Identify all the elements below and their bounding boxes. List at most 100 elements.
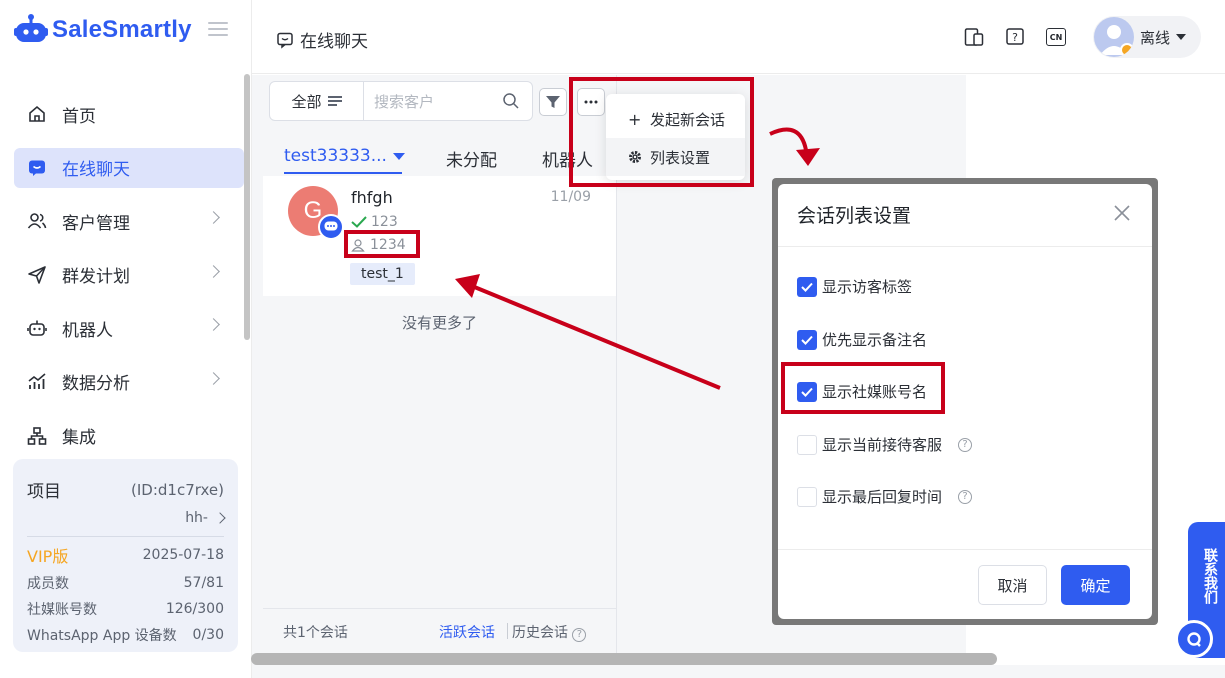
sidebar-item-users[interactable]: 客户管理 bbox=[14, 201, 244, 241]
sidebar-item-analytics[interactable]: 数据分析 bbox=[14, 362, 244, 402]
robot-logo-icon bbox=[14, 14, 48, 42]
chat-widget-button[interactable] bbox=[1175, 620, 1213, 658]
sidebar-item-robot[interactable]: 机器人 bbox=[14, 308, 244, 348]
conversation-count: 共1个会话 bbox=[283, 625, 348, 641]
tab-agent-label: test33333... bbox=[284, 146, 387, 166]
confirm-button[interactable]: 确定 bbox=[1061, 565, 1130, 605]
option-label: 显示当前接待客服 bbox=[822, 436, 943, 454]
conversation-item[interactable]: G fhfgh 11/09 123 1234 test_1 bbox=[263, 176, 616, 296]
chat-icon bbox=[277, 32, 293, 49]
top-header: 在线聊天 ? CN 离线 bbox=[252, 0, 1225, 74]
plan-expiry: 2025-07-18 bbox=[142, 547, 224, 563]
option-label: 显示最后回复时间 bbox=[822, 488, 943, 506]
tab-unassigned[interactable]: 未分配 bbox=[446, 146, 497, 171]
home-icon bbox=[26, 103, 48, 125]
sidebar-item-label: 集成 bbox=[62, 428, 96, 449]
active-conversations-link[interactable]: 活跃会话 bbox=[439, 622, 495, 642]
help-icon[interactable]: ? bbox=[958, 489, 973, 504]
setting-option[interactable]: 显示最后回复时间? bbox=[797, 486, 973, 507]
filter-label: 全部 bbox=[291, 92, 322, 111]
check-icon bbox=[801, 282, 813, 292]
chevron-right-icon bbox=[207, 264, 220, 278]
cancel-button[interactable]: 取消 bbox=[978, 565, 1047, 605]
list-icon bbox=[327, 94, 342, 109]
chat-icon bbox=[26, 157, 48, 179]
language-icon[interactable]: CN bbox=[1046, 28, 1066, 46]
visitor-tag: test_1 bbox=[350, 263, 415, 285]
project-label: 项目 bbox=[27, 482, 61, 502]
stat-value: 57/81 bbox=[183, 575, 224, 591]
devices-icon[interactable] bbox=[964, 27, 984, 47]
filter-button[interactable] bbox=[539, 88, 567, 116]
checkbox-unchecked[interactable] bbox=[797, 486, 817, 507]
stat-value: 126/300 bbox=[165, 601, 224, 617]
close-icon[interactable] bbox=[1114, 205, 1130, 221]
svg-text:?: ? bbox=[1012, 31, 1018, 44]
filter-dropdown[interactable]: 全部 bbox=[270, 82, 364, 120]
stat-label: WhatsApp App 设备数 bbox=[27, 628, 177, 644]
checkbox-checked[interactable] bbox=[797, 276, 817, 297]
user-menu[interactable]: 离线 bbox=[1093, 16, 1201, 58]
setting-option[interactable]: 显示当前接待客服? bbox=[797, 434, 973, 455]
help-icon[interactable]: ? bbox=[1005, 27, 1025, 47]
sidebar-item-home[interactable]: 首页 bbox=[14, 94, 244, 134]
stat-label: 社媒账号数 bbox=[27, 602, 97, 618]
chat-bubble-icon bbox=[324, 221, 338, 231]
contact-name: fhfgh bbox=[351, 188, 393, 207]
chat-bubble-icon bbox=[1187, 632, 1201, 647]
project-name: hh- bbox=[185, 510, 208, 526]
checkbox-checked[interactable] bbox=[797, 329, 817, 350]
sidebar-item-send[interactable]: 群发计划 bbox=[14, 255, 244, 295]
analytics-icon bbox=[26, 371, 48, 393]
project-stat: WhatsApp App 设备数 0/30 bbox=[27, 625, 224, 645]
sidebar-item-label: 客户管理 bbox=[62, 213, 130, 234]
integration-icon bbox=[26, 425, 48, 447]
no-more-text: 没有更多了 bbox=[401, 314, 477, 332]
tab-agent[interactable]: test33333... bbox=[284, 146, 405, 166]
filter-search-box: 全部 搜索客户 bbox=[269, 81, 533, 121]
dialog-title: 会话列表设置 bbox=[797, 205, 912, 227]
brand-logo[interactable]: SaleSmartly bbox=[14, 14, 192, 46]
sidebar-item-label: 机器人 bbox=[62, 320, 113, 341]
project-card: 项目 (ID:d1c7rxe) hh- VIP版 2025-07-18 成员数 5… bbox=[13, 459, 238, 652]
help-icon[interactable]: ? bbox=[958, 437, 973, 452]
horizontal-scrollbar[interactable] bbox=[251, 653, 997, 665]
channel-badge-icon bbox=[318, 214, 344, 240]
last-message: 123 bbox=[351, 214, 398, 230]
sidebar-nav: 首页在线聊天客户管理群发计划机器人数据分析集成 bbox=[14, 94, 244, 469]
stat-label: 成员数 bbox=[27, 576, 69, 592]
sidebar-item-integration[interactable]: 集成 bbox=[14, 416, 244, 456]
search-input[interactable]: 搜索客户 bbox=[364, 91, 502, 112]
check-icon bbox=[351, 216, 367, 228]
send-icon bbox=[26, 264, 48, 286]
history-conversations-link[interactable]: 历史会话 ? bbox=[512, 622, 587, 642]
highlight-box bbox=[344, 230, 420, 258]
language-label: CN bbox=[1049, 32, 1063, 42]
check-icon bbox=[801, 335, 813, 345]
conversation-date: 11/09 bbox=[550, 189, 591, 205]
chevron-right-icon bbox=[214, 512, 226, 524]
search-icon[interactable] bbox=[502, 92, 520, 110]
project-stat: 成员数 57/81 bbox=[27, 573, 224, 593]
setting-option[interactable]: 显示访客标签 bbox=[797, 276, 912, 297]
plan-badge: VIP版 bbox=[27, 547, 69, 566]
brand-name: SaleSmartly bbox=[52, 16, 192, 43]
avatar bbox=[1094, 17, 1134, 57]
chevron-right-icon bbox=[207, 318, 220, 332]
sidebar-item-chat[interactable]: 在线聊天 bbox=[14, 147, 244, 188]
setting-option[interactable]: 优先显示备注名 bbox=[797, 329, 927, 350]
checkbox-unchecked[interactable] bbox=[797, 434, 817, 455]
divider bbox=[778, 246, 1152, 247]
option-label: 显示访客标签 bbox=[822, 278, 913, 296]
chevron-right-icon bbox=[207, 372, 220, 385]
project-switcher[interactable]: hh- bbox=[27, 510, 226, 526]
sidebar-item-label: 在线聊天 bbox=[62, 160, 130, 181]
menu-toggle-icon[interactable] bbox=[208, 22, 228, 36]
sidebar-item-label: 群发计划 bbox=[62, 267, 130, 288]
sidebar-scrollbar[interactable] bbox=[244, 74, 250, 340]
sidebar: SaleSmartly 首页在线聊天客户管理群发计划机器人数据分析集成 项目 (… bbox=[0, 0, 252, 678]
help-icon[interactable]: ? bbox=[572, 627, 587, 642]
divider bbox=[507, 623, 508, 639]
user-status: 离线 bbox=[1140, 28, 1171, 47]
contact-us-label: 联系我们 bbox=[1202, 548, 1218, 604]
